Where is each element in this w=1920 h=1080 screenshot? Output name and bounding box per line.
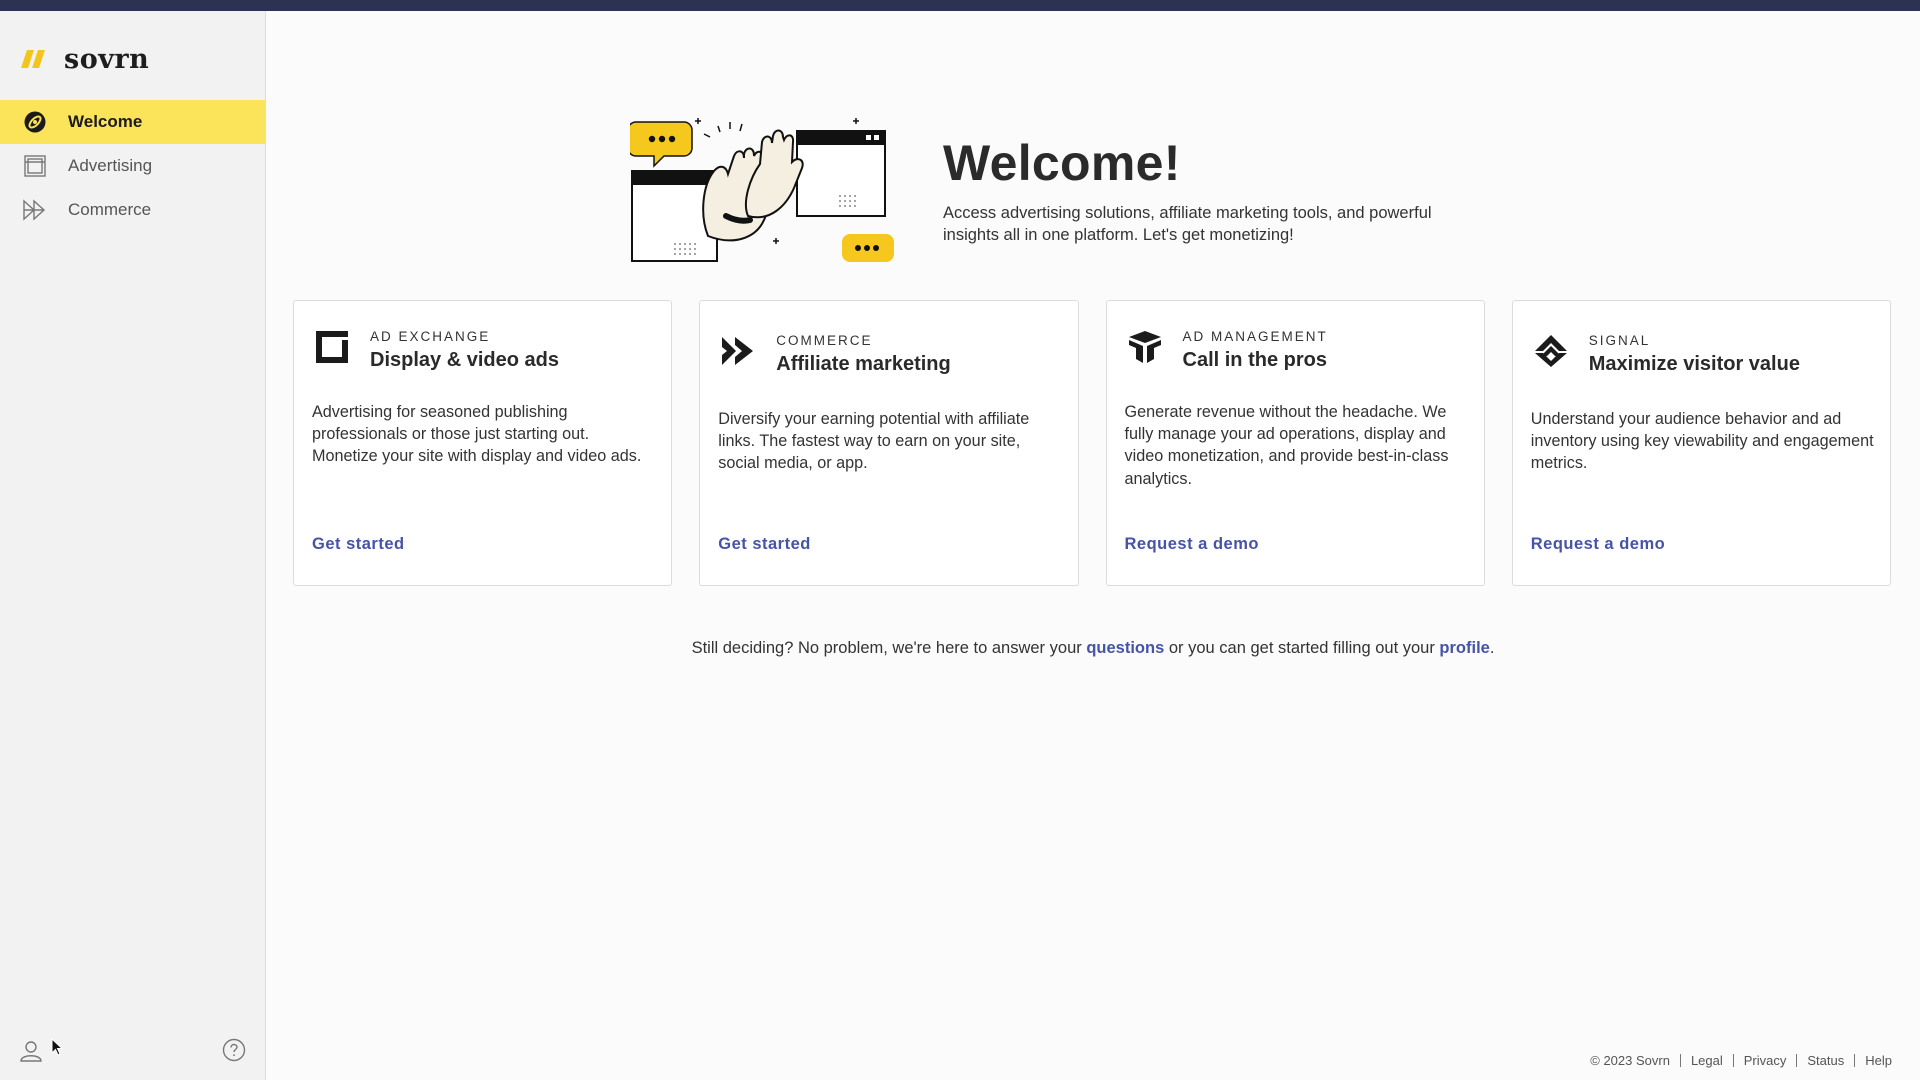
page-footer: © 2023 Sovrn Legal Privacy Status Help — [1590, 1053, 1892, 1068]
card-title: Maximize visitor value — [1588, 353, 1800, 375]
sidebar-item-label: Welcome — [68, 112, 143, 131]
decide-suffix: . — [1489, 639, 1495, 657]
card-title: Display & video ads — [370, 349, 559, 371]
fast-forward-icon — [22, 197, 48, 223]
footer-link-legal[interactable]: Legal — [1691, 1053, 1723, 1068]
decide-middle: or you can get started filling out your — [1164, 639, 1440, 657]
card-description: Diversify your earning potential with af… — [718, 410, 1030, 473]
footer-divider — [1796, 1054, 1798, 1067]
card-description: Generate revenue without the headache. W… — [1124, 403, 1449, 488]
sovrn-logo-icon — [21, 50, 45, 68]
signal-icon — [1533, 333, 1569, 369]
request-demo-link[interactable]: Request a demo — [1125, 535, 1259, 554]
sidebar-item-label: Commerce — [68, 200, 152, 219]
card-description: Advertising for seasoned publishing prof… — [312, 403, 642, 466]
card-signal: SIGNAL Maximize visitor value Understand… — [1511, 300, 1891, 586]
decide-prefix: Still deciding? No problem, we're here t… — [691, 639, 1087, 657]
profile-link[interactable]: profile — [1439, 639, 1489, 657]
app-window: sovrn Welcome Advertising Commerce Welco… — [0, 11, 1920, 1080]
card-ad-exchange: AD EXCHANGE Display & video ads Advertis… — [293, 300, 673, 586]
sidebar-footer — [0, 1020, 265, 1080]
ad-management-icon — [1127, 329, 1163, 365]
main-content: Welcome! Access advertising solutions, a… — [266, 11, 1920, 1080]
still-deciding-text: Still deciding? No problem, we're here t… — [266, 639, 1920, 658]
footer-link-status[interactable]: Status — [1807, 1053, 1844, 1068]
mouse-pointer-icon — [51, 1037, 64, 1056]
card-kicker: AD EXCHANGE — [370, 329, 491, 344]
layout-icon — [22, 153, 48, 179]
help-circle-icon[interactable] — [222, 1038, 246, 1062]
footer-divider — [1732, 1054, 1734, 1067]
brand-name: sovrn — [64, 43, 150, 75]
get-started-link[interactable]: Get started — [312, 535, 405, 554]
footer-link-help[interactable]: Help — [1865, 1053, 1892, 1068]
copyright-text: © 2023 Sovrn — [1590, 1053, 1670, 1068]
page-subtitle: Access advertising solutions, affiliate … — [943, 204, 1432, 244]
card-description: Understand your audience behavior and ad… — [1530, 410, 1874, 473]
card-title: Affiliate marketing — [776, 353, 951, 375]
footer-divider — [1854, 1054, 1856, 1067]
sidebar-nav: Welcome Advertising Commerce — [0, 100, 265, 232]
sidebar-item-advertising[interactable]: Advertising — [0, 144, 265, 188]
sidebar-item-commerce[interactable]: Commerce — [0, 188, 265, 232]
request-demo-link[interactable]: Request a demo — [1531, 535, 1665, 554]
sidebar-item-label: Advertising — [68, 156, 153, 175]
user-icon[interactable] — [18, 1038, 44, 1064]
commerce-arrows-icon — [720, 333, 756, 369]
card-kicker: SIGNAL — [1588, 333, 1651, 348]
questions-link[interactable]: questions — [1086, 639, 1164, 657]
product-cards: AD EXCHANGE Display & video ads Advertis… — [293, 300, 1891, 586]
footer-divider — [1679, 1054, 1681, 1067]
compass-icon — [22, 109, 48, 135]
card-ad-management: AD MANAGEMENT Call in the pros Generate … — [1105, 300, 1485, 586]
sidebar: sovrn Welcome Advertising Commerce — [0, 11, 266, 1080]
card-commerce: COMMERCE Affiliate marketing Diversify y… — [699, 300, 1079, 586]
sidebar-item-welcome[interactable]: Welcome — [0, 100, 265, 144]
high-five-illustration — [627, 116, 895, 276]
get-started-link[interactable]: Get started — [718, 535, 811, 554]
ad-exchange-icon — [314, 329, 350, 365]
card-kicker: AD MANAGEMENT — [1182, 329, 1328, 344]
page-title: Welcome! — [943, 135, 1181, 191]
card-title: Call in the pros — [1182, 349, 1327, 371]
brand-logo[interactable]: sovrn — [21, 39, 150, 79]
footer-link-privacy[interactable]: Privacy — [1744, 1053, 1787, 1068]
card-kicker: COMMERCE — [776, 333, 873, 348]
